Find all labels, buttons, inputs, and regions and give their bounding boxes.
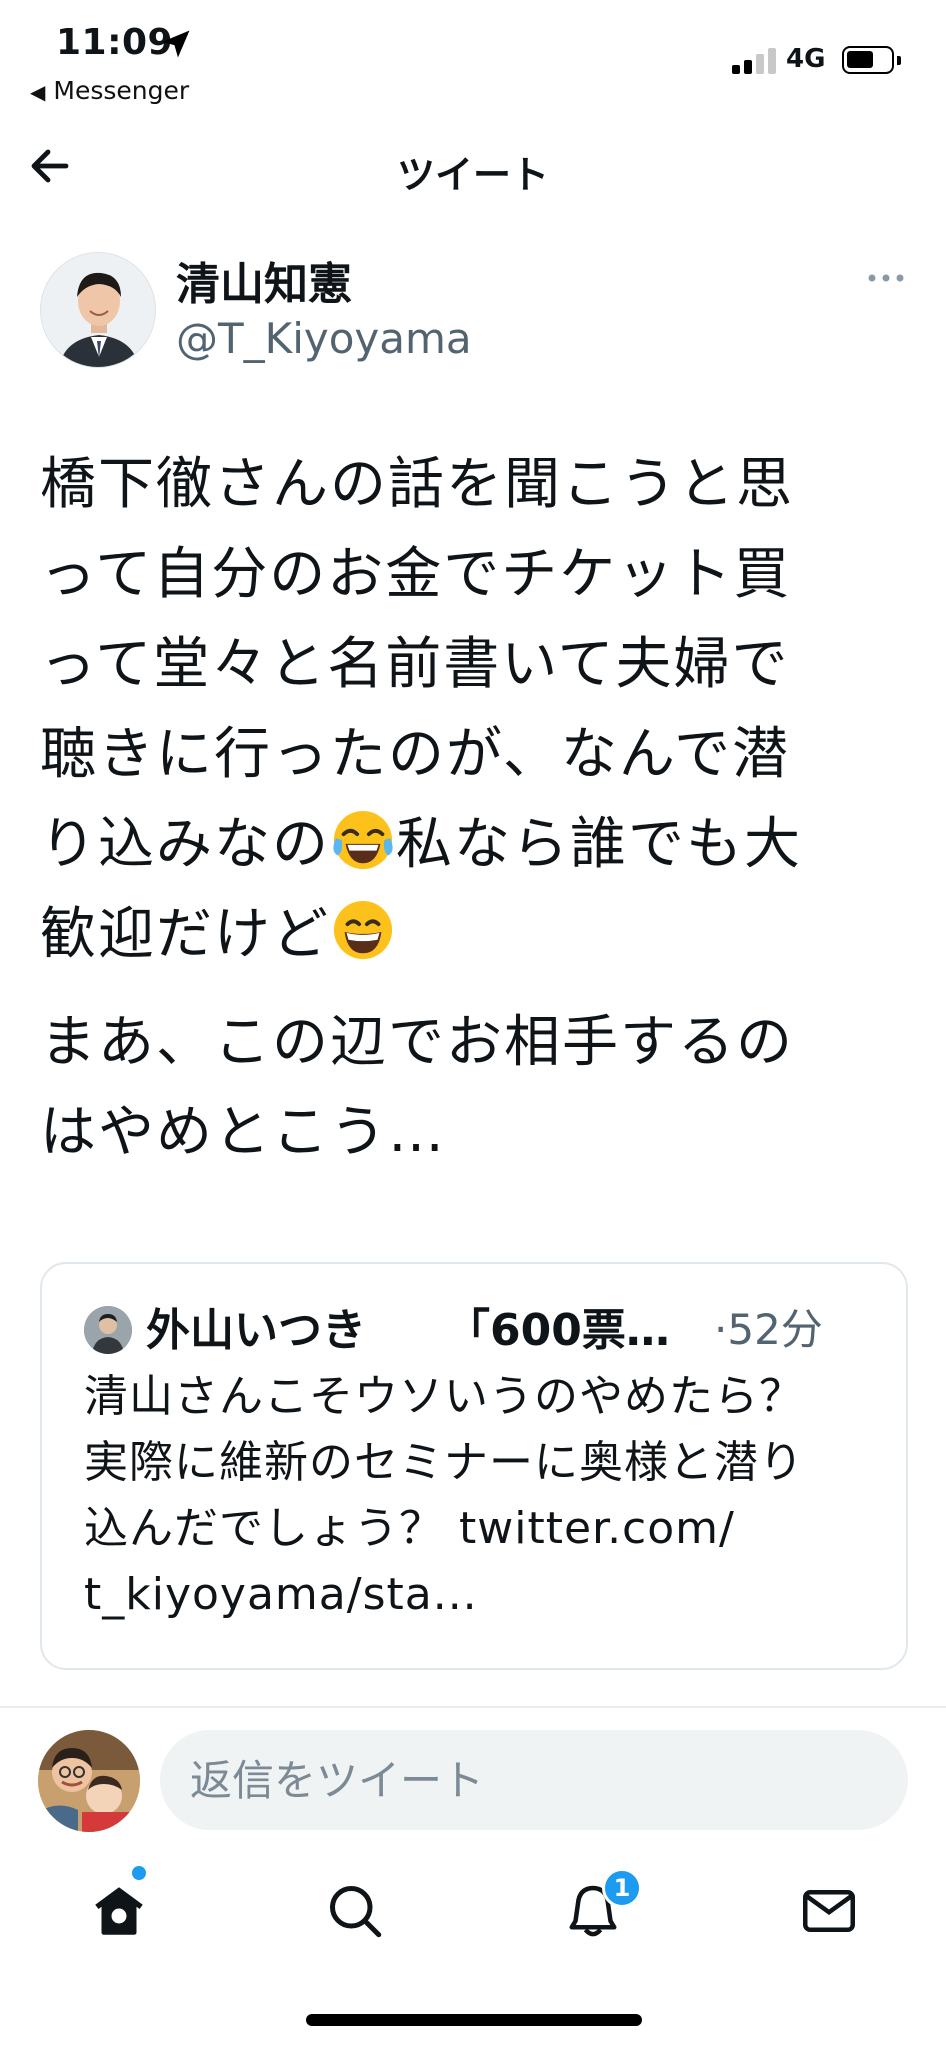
location-arrow-icon [162,30,190,58]
quote-line: 込んだでしょう？ twitter.com/ [84,1503,735,1554]
bottom-nav [0,1866,946,1956]
tweet-line: はやめとこう… [40,1100,446,1165]
search-icon [330,1886,382,1938]
quoted-author-name: 外山いつき [146,1305,366,1356]
top-header: ツイート [0,124,946,210]
tweet-paragraph-1: 橋下徹さんの話を聞こうと思 って自分のお金でチケット買 って堂々と名前書いて夫婦… [40,440,910,980]
nav-messages-button[interactable] [784,1866,874,1956]
current-user-avatar [38,1730,140,1832]
author-avatar[interactable] [40,252,156,368]
quoted-timestamp: ·52分 [714,1305,823,1354]
messages-icon [803,1890,855,1932]
quoted-author-avatar [84,1306,132,1354]
back-app-label: Messenger [53,76,190,105]
home-indicator-bar[interactable] [306,2014,642,2026]
page-title: ツイート [396,153,549,197]
tweet-text: 橋下徹さんの話を聞こうと思 って自分のお金でチケット買 って堂々と名前書いて夫婦… [40,440,910,1196]
status-bar: 11:09 ◀ Messenger 4G [0,0,946,120]
signal-strength-icon [732,46,776,74]
grinning-face-emoji [333,900,393,960]
home-new-indicator [132,1866,146,1880]
face-with-tears-of-joy-emoji [333,810,393,870]
quote-line: t_kiyoyama/sta... [84,1569,478,1620]
back-triangle-icon: ◀ [30,80,46,104]
tweet-line: 歓迎だけど [40,902,330,967]
tweet-line: って自分のお金でチケット買 [40,542,792,607]
author-name[interactable]: 清山知憲 [176,248,352,312]
tweet-line: り込みなの [40,812,330,877]
back-to-app-link[interactable]: ◀ Messenger [30,76,189,105]
tweet-line: 聴きに行ったのが、なんで潜 [40,722,791,787]
reply-input[interactable] [160,1730,908,1830]
quote-line: 清山さんこそウソいうのやめたら？ [84,1371,804,1422]
quoted-tweet-card[interactable]: 外山いつき 「600票… ·52分 清山さんこそウソいうのやめたら？ 実際に維新… [40,1262,908,1670]
tweet-paragraph-2: まあ、この辺でお相手するの はやめとこう… [40,998,910,1178]
network-type: 4G [786,44,826,74]
status-time: 11:09 [56,22,174,63]
tweet-line: 私なら誰でも大 [396,812,802,877]
home-icon [95,1887,143,1935]
quoted-tweet-text: 清山さんこそウソいうのやめたら？ 実際に維新のセミナーに奥様と潜り 込んだでしょ… [84,1364,884,1628]
tweet-line: って堂々と名前書いて夫婦で [40,632,790,697]
tweet-line: まあ、この辺でお相手するの [40,1010,794,1075]
tweet-line: 橋下徹さんの話を聞こうと思 [40,452,794,517]
battery-icon [842,46,901,74]
nav-search-button[interactable] [310,1866,400,1956]
nav-home-button[interactable] [74,1866,164,1956]
author-handle[interactable]: @T_Kiyoyama [176,314,472,363]
quote-line: 実際に維新のセミナーに奥様と潜り [84,1437,804,1488]
more-options-icon[interactable] [866,268,906,288]
quoted-author-bio-snippet: 「600票… [446,1305,670,1356]
divider [0,1706,946,1708]
notification-count-badge: 1 [602,1868,642,1908]
